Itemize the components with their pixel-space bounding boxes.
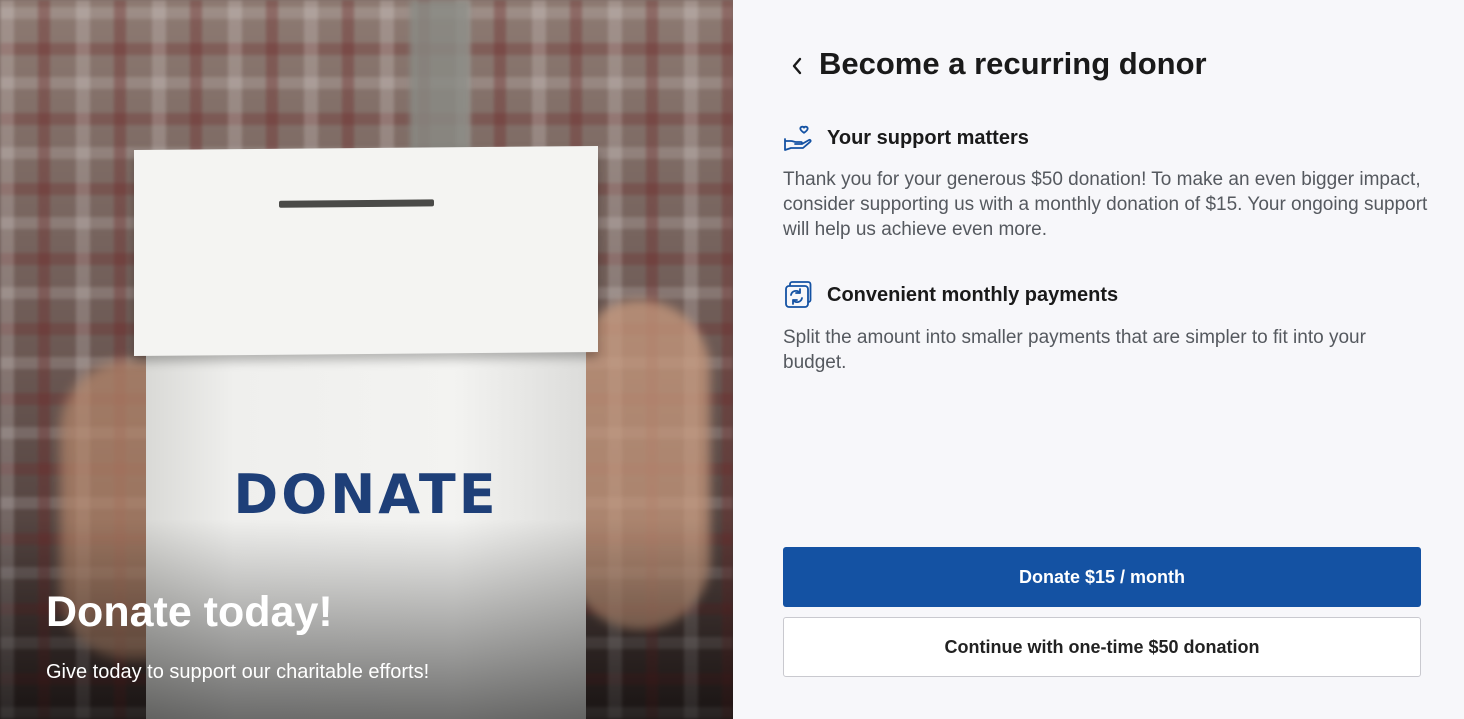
hand-heart-icon [783,123,813,153]
back-button[interactable] [785,52,809,80]
one-time-donation-button[interactable]: Continue with one-time $50 donation [783,617,1421,677]
donation-slot [279,199,434,208]
chevron-left-icon [792,57,802,75]
donate-monthly-button[interactable]: Donate $15 / month [783,547,1421,607]
donation-box-label: DONATE [233,463,499,526]
feature-support-header: Your support matters [783,123,1029,153]
hero-title: Donate today! [46,588,333,636]
feature-support-title: Your support matters [827,126,1029,149]
hero-image: DONATE Donate today! Give today to suppo… [0,0,733,719]
shirt-gap [410,0,470,160]
donation-box-lid [134,145,598,357]
feature-monthly-header: Convenient monthly payments [783,280,1118,310]
feature-support-text: Thank you for your generous $50 donation… [783,169,1428,240]
recurring-donor-panel: Become a recurring donor Your support ma… [733,0,1464,719]
page-title: Become a recurring donor [819,46,1207,81]
recurring-payment-icon [783,280,813,310]
feature-monthly-text: Split the amount into smaller payments t… [783,327,1366,373]
feature-monthly-title: Convenient monthly payments [827,283,1119,306]
hero-subtitle: Give today to support our charitable eff… [46,661,430,683]
